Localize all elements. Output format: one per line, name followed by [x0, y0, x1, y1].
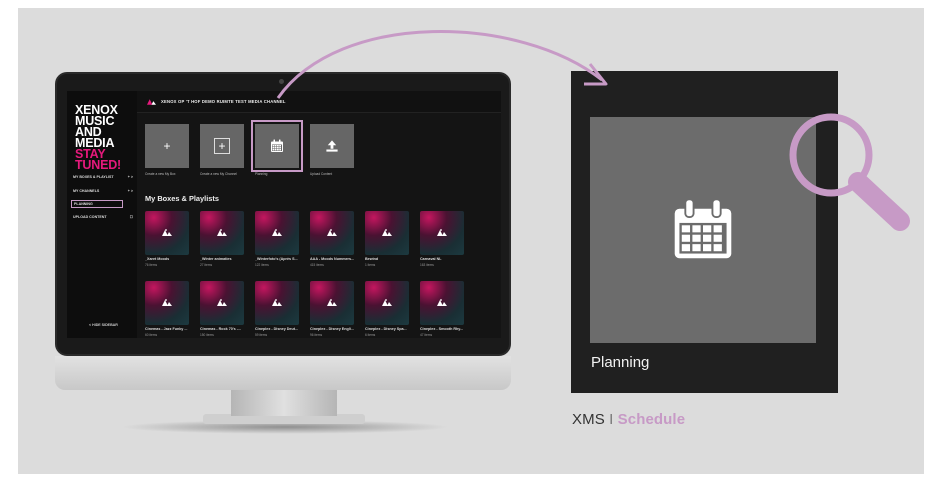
- caption-prefix: XMS: [572, 411, 605, 428]
- caption: XMS I Schedule: [572, 411, 685, 428]
- caption-separator: I: [609, 411, 614, 428]
- magnifier-icon: [789, 113, 910, 231]
- overlay-graphics: [276, 30, 910, 231]
- caption-highlight: Schedule: [617, 411, 686, 428]
- curved-arrow-icon: [276, 30, 608, 99]
